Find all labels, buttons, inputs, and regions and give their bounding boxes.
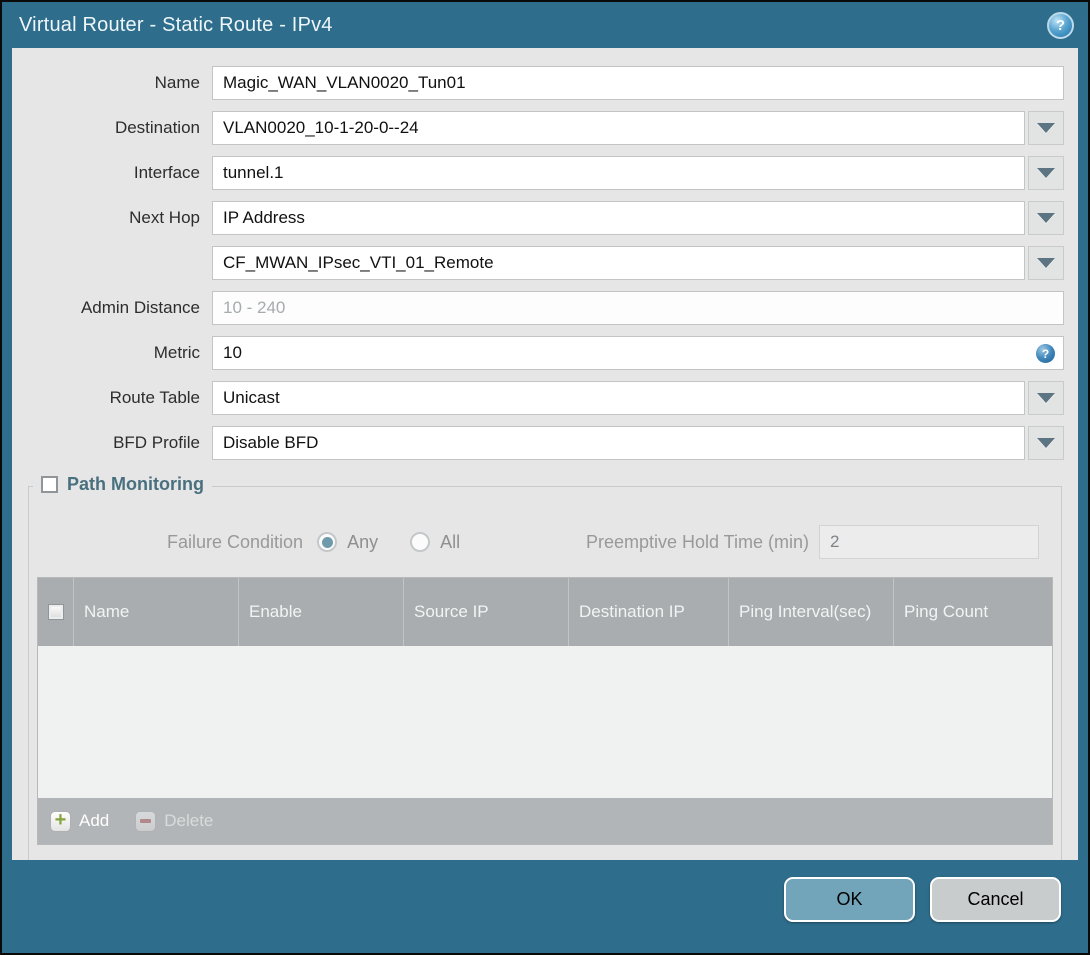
next-hop-address-row (12, 246, 1064, 280)
next-hop-dropdown-button[interactable] (1028, 201, 1064, 235)
table-toolbar: + Add Delete (38, 798, 1052, 844)
destination-input[interactable] (212, 111, 1025, 145)
radio-unselected-icon (410, 532, 431, 552)
help-icon[interactable]: ? (1047, 11, 1074, 39)
failure-condition-label: Failure Condition (167, 531, 304, 552)
ok-button[interactable]: OK (784, 877, 915, 922)
column-header-source-ip: Source IP (404, 578, 569, 646)
path-monitoring-section: Path Monitoring Failure Condition Any Al… (28, 474, 1062, 860)
metric-help-icon[interactable]: ? (1036, 344, 1055, 363)
chevron-down-icon (1037, 123, 1055, 133)
bfd-profile-field-wrap (212, 426, 1064, 460)
delete-button[interactable]: Delete (135, 810, 214, 832)
name-input[interactable] (212, 66, 1064, 100)
failure-condition-row: Failure Condition Any All Preemptive Hol… (167, 525, 1039, 559)
add-button-label: Add (79, 811, 110, 830)
column-header-ping-interval: Ping Interval(sec) (729, 578, 894, 646)
destination-label: Destination (114, 118, 200, 137)
name-field-wrap (212, 66, 1064, 100)
static-route-dialog: Virtual Router - Static Route - IPv4 ? N… (0, 0, 1090, 955)
bfd-profile-input[interactable] (212, 426, 1025, 460)
radio-any-label: Any (347, 531, 379, 552)
metric-input[interactable] (212, 336, 1064, 370)
preemptive-hold-time-input[interactable] (819, 525, 1039, 559)
interface-row: Interface (12, 156, 1064, 190)
preemptive-hold-time-label: Preemptive Hold Time (min) (585, 531, 809, 552)
chevron-down-icon (1037, 438, 1055, 448)
admin-distance-field-wrap (212, 291, 1064, 325)
interface-input[interactable] (212, 156, 1025, 190)
delete-minus-icon (135, 810, 157, 832)
column-header-ping-count: Ping Count (904, 602, 989, 622)
chevron-down-icon (1037, 258, 1055, 268)
radio-all-label: All (440, 531, 461, 552)
column-header-destination-ip: Destination IP (569, 578, 729, 646)
destination-row: Destination (12, 111, 1064, 145)
destination-field-wrap (212, 111, 1064, 145)
route-table-dropdown-button[interactable] (1028, 381, 1064, 415)
radio-selected-icon (317, 532, 338, 552)
next-hop-field-wrap (212, 201, 1064, 235)
dialog-footer: OK Cancel (2, 860, 1088, 953)
cancel-button[interactable]: Cancel (930, 877, 1061, 922)
admin-distance-row: Admin Distance (12, 291, 1064, 325)
route-table-label: Route Table (109, 388, 200, 407)
next-hop-address-dropdown-button[interactable] (1028, 246, 1064, 280)
interface-label: Interface (133, 163, 200, 182)
metric-row: Metric ? (12, 336, 1064, 370)
bfd-profile-row: BFD Profile (12, 426, 1064, 460)
route-table-input[interactable] (212, 381, 1025, 415)
title-bar: Virtual Router - Static Route - IPv4 ? (2, 2, 1088, 48)
path-monitoring-table: Name Enable Source IP Destination IP Pin… (37, 577, 1053, 845)
failure-condition-any-option[interactable]: Any (317, 532, 378, 553)
name-row: Name (12, 66, 1064, 100)
name-label: Name (154, 73, 200, 92)
next-hop-row: Next Hop (12, 201, 1064, 235)
dialog-content: Name Destination Interface Next Hop (12, 48, 1078, 860)
table-body-empty (38, 646, 1052, 798)
path-monitoring-legend: Path Monitoring (33, 474, 212, 495)
interface-field-wrap (212, 156, 1064, 190)
add-plus-icon: + (50, 810, 71, 832)
chevron-down-icon (1037, 393, 1055, 403)
column-header-name: Name (74, 578, 239, 646)
next-hop-type-input[interactable] (212, 201, 1025, 235)
next-hop-address-input[interactable] (212, 246, 1025, 280)
chevron-down-icon (1037, 168, 1055, 178)
route-table-row: Route Table (12, 381, 1064, 415)
bfd-profile-dropdown-button[interactable] (1028, 426, 1064, 460)
bfd-profile-label: BFD Profile (113, 433, 200, 452)
destination-dropdown-button[interactable] (1028, 111, 1064, 145)
interface-dropdown-button[interactable] (1028, 156, 1064, 190)
chevron-down-icon (1037, 213, 1055, 223)
dialog-title: Virtual Router - Static Route - IPv4 (19, 13, 333, 36)
path-monitoring-checkbox[interactable] (41, 476, 58, 493)
next-hop-label: Next Hop (129, 208, 200, 227)
admin-distance-label: Admin Distance (80, 298, 200, 317)
admin-distance-input[interactable] (212, 291, 1064, 325)
next-hop-address-field-wrap (212, 246, 1064, 280)
table-header-checkbox-cell (38, 578, 74, 646)
delete-button-label: Delete (164, 811, 214, 830)
metric-field-wrap: ? (212, 336, 1064, 370)
route-table-field-wrap (212, 381, 1064, 415)
metric-label: Metric (153, 343, 200, 362)
select-all-checkbox[interactable] (47, 604, 64, 620)
column-header-enable: Enable (239, 578, 404, 646)
failure-condition-all-option[interactable]: All (410, 532, 460, 553)
add-button[interactable]: + Add (50, 810, 110, 832)
table-header-row: Name Enable Source IP Destination IP Pin… (38, 578, 1052, 646)
path-monitoring-title: Path Monitoring (67, 474, 204, 494)
